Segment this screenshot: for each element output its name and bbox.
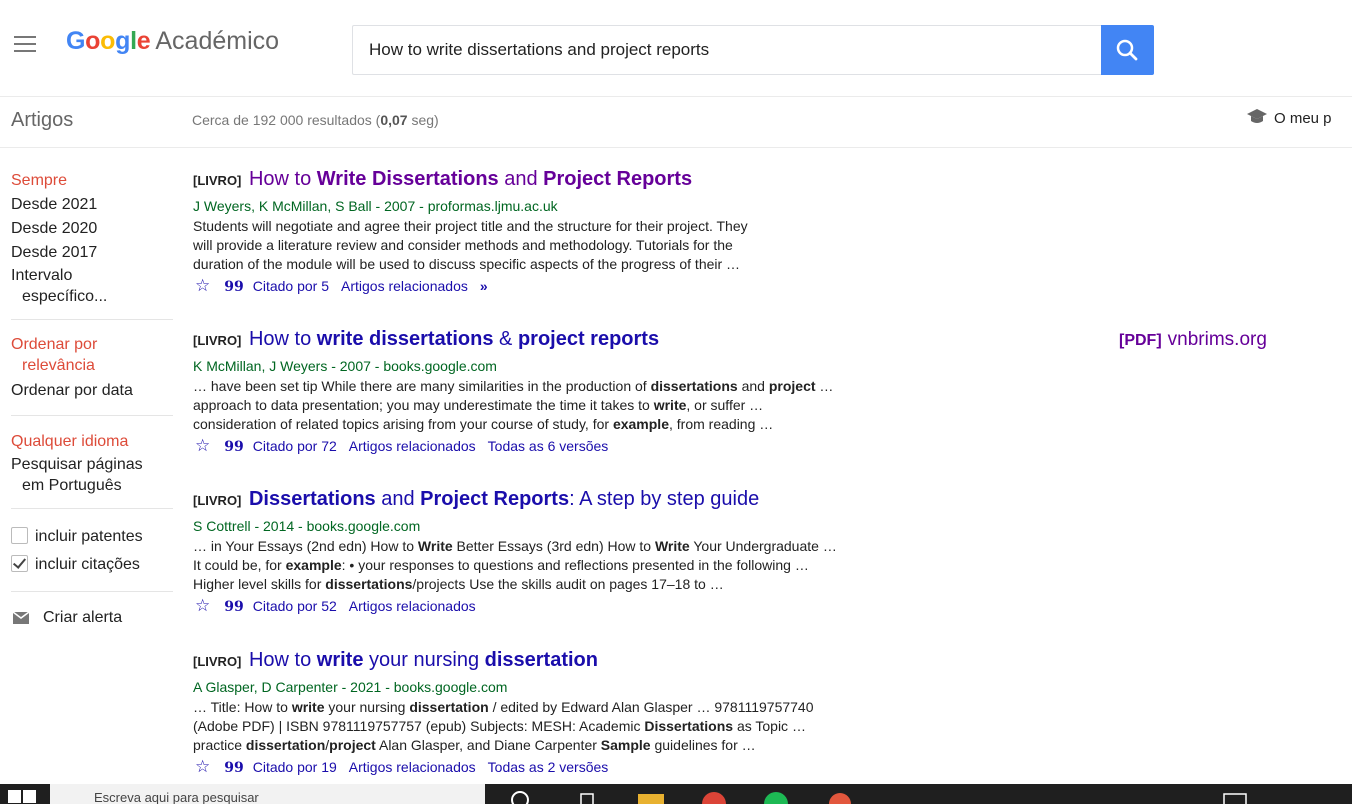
result-authors: A Glasper, D Carpenter - 2021 - books.go… bbox=[193, 679, 508, 695]
result-title-link[interactable]: [LIVRO] How to write your nursing disser… bbox=[193, 648, 993, 674]
sidebar-divider bbox=[11, 508, 173, 509]
logo[interactable]: Google Académico bbox=[66, 27, 279, 56]
result-actions: ☆ 99 Citado por 5 Artigos relacionados » bbox=[193, 276, 993, 297]
all-versions-link[interactable]: Todas as 6 versões bbox=[488, 438, 609, 454]
my-profile-link[interactable]: O meu p bbox=[1246, 108, 1332, 127]
save-star-icon[interactable]: ☆ bbox=[195, 436, 210, 455]
graduation-cap-icon bbox=[1247, 109, 1267, 123]
section-title: Artigos bbox=[11, 109, 74, 131]
filter-since-2020[interactable]: Desde 2020 bbox=[11, 217, 171, 241]
result-item: [LIVRO] How to Write Dissertations and P… bbox=[193, 167, 993, 297]
result-authors: S Cottrell - 2014 - books.google.com bbox=[193, 518, 421, 534]
result-snippet: Students will negotiate and agree their … bbox=[193, 218, 748, 272]
cite-quote-icon[interactable]: 99 bbox=[224, 279, 243, 295]
lang-any[interactable]: Qualquer idioma bbox=[11, 430, 171, 454]
task-view-icon[interactable] bbox=[575, 788, 607, 804]
taskbar: Escreva aqui para pesquisar bbox=[0, 784, 1352, 804]
result-title-link[interactable]: [LIVRO] How to Write Dissertations and P… bbox=[193, 167, 993, 193]
filter-custom-range[interactable]: Intervalo específico... bbox=[11, 265, 171, 307]
result-snippet: … in Your Essays (2nd edn) How to Write … bbox=[193, 538, 837, 592]
related-articles-link[interactable]: Artigos relacionados bbox=[349, 598, 476, 614]
windows-start-icon[interactable] bbox=[8, 790, 38, 804]
notification-icon[interactable] bbox=[1220, 788, 1252, 804]
logo-word: Google bbox=[66, 27, 151, 55]
result-snippet: … Title: How to write your nursing disse… bbox=[193, 699, 814, 753]
related-articles-link[interactable]: Artigos relacionados bbox=[341, 278, 468, 294]
create-alert-button[interactable]: Criar alerta bbox=[11, 606, 171, 630]
chrome-icon[interactable] bbox=[698, 788, 730, 804]
hamburger-icon[interactable] bbox=[14, 36, 36, 52]
lang-portuguese[interactable]: Pesquisar páginas em Português bbox=[11, 454, 171, 496]
result-item: [LIVRO] Dissertations and Project Report… bbox=[193, 487, 993, 617]
result-snippet: … have been set tip While there are many… bbox=[193, 378, 834, 432]
result-item: [LIVRO] How to write dissertations & pro… bbox=[193, 327, 993, 457]
taskbar-search-input[interactable]: Escreva aqui para pesquisar bbox=[50, 784, 485, 804]
checkbox-unchecked[interactable] bbox=[11, 527, 28, 544]
logo-sub: Académico bbox=[155, 27, 280, 55]
save-star-icon[interactable]: ☆ bbox=[195, 276, 210, 295]
more-chevron-icon[interactable]: » bbox=[480, 278, 488, 294]
include-citations-checkbox[interactable]: incluir citações bbox=[11, 551, 171, 579]
result-stats: Cerca de 192 000 resultados (0,07 seg) bbox=[192, 112, 439, 128]
pdf-link[interactable]: [PDF] vnbrims.org bbox=[1119, 329, 1267, 351]
save-star-icon[interactable]: ☆ bbox=[195, 596, 210, 615]
sidebar-divider bbox=[11, 319, 173, 320]
include-patents-checkbox[interactable]: incluir patentes bbox=[11, 523, 171, 551]
result-title-link[interactable]: [LIVRO] Dissertations and Project Report… bbox=[193, 487, 993, 513]
search-button[interactable] bbox=[1101, 25, 1154, 75]
result-item: [LIVRO] How to write your nursing disser… bbox=[193, 648, 993, 778]
subheader-divider bbox=[0, 147, 1352, 148]
cited-by-link[interactable]: Citado por 19 bbox=[253, 759, 337, 775]
file-explorer-icon[interactable] bbox=[636, 788, 668, 804]
filter-since-2017[interactable]: Desde 2017 bbox=[11, 241, 171, 265]
result-authors: J Weyers, K McMillan, S Ball - 2007 - pr… bbox=[193, 198, 558, 214]
checkbox-checked[interactable] bbox=[11, 555, 28, 572]
spotify-icon[interactable] bbox=[760, 788, 792, 804]
sort-by-date[interactable]: Ordenar por data bbox=[11, 379, 171, 403]
cortana-icon[interactable] bbox=[508, 788, 540, 804]
envelope-icon bbox=[12, 611, 30, 624]
cited-by-link[interactable]: Citado por 52 bbox=[253, 598, 337, 614]
related-articles-link[interactable]: Artigos relacionados bbox=[349, 438, 476, 454]
sidebar-divider bbox=[11, 591, 173, 592]
sidebar-divider bbox=[11, 415, 173, 416]
all-versions-link[interactable]: Todas as 2 versões bbox=[488, 759, 609, 775]
save-star-icon[interactable]: ☆ bbox=[195, 757, 210, 776]
search-input[interactable] bbox=[352, 25, 1101, 75]
result-actions: ☆ 99 Citado por 19 Artigos relacionados Toda… bbox=[193, 757, 993, 778]
cite-quote-icon[interactable]: 99 bbox=[224, 599, 243, 615]
result-authors: K McMillan, J Weyers - 2007 - books.goog… bbox=[193, 358, 497, 374]
cited-by-link[interactable]: Citado por 5 bbox=[253, 278, 329, 294]
app-icon[interactable] bbox=[824, 788, 856, 804]
sort-by-relevance[interactable]: Ordenar por relevância bbox=[11, 334, 171, 376]
cite-quote-icon[interactable]: 99 bbox=[224, 760, 243, 776]
cited-by-link[interactable]: Citado por 72 bbox=[253, 438, 337, 454]
result-actions: ☆ 99 Citado por 52 Artigos relacionados bbox=[193, 596, 993, 617]
search-icon bbox=[1116, 39, 1138, 61]
filter-any-time[interactable]: Sempre bbox=[11, 169, 171, 193]
result-title-link[interactable]: [LIVRO] How to write dissertations & pro… bbox=[193, 327, 993, 353]
cite-quote-icon[interactable]: 99 bbox=[224, 439, 243, 455]
filter-since-2021[interactable]: Desde 2021 bbox=[11, 193, 171, 217]
header-divider bbox=[0, 96, 1352, 97]
result-actions: ☆ 99 Citado por 72 Artigos relacionados Toda… bbox=[193, 436, 993, 457]
related-articles-link[interactable]: Artigos relacionados bbox=[349, 759, 476, 775]
sidebar: Sempre Desde 2021 Desde 2020 Desde 2017 … bbox=[11, 169, 173, 630]
